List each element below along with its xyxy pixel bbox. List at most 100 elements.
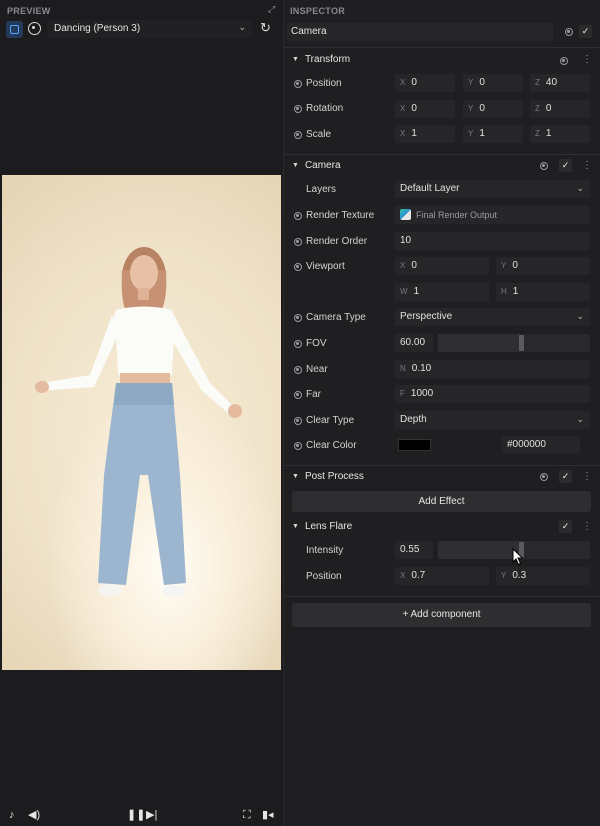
collapse-triangle-icon: ▼ (292, 523, 299, 530)
rotation-label: Rotation (306, 103, 344, 114)
pause-icon[interactable]: ❚❚ (127, 806, 145, 824)
render-texture-label: Render Texture (306, 210, 375, 221)
camera-type-select[interactable]: Perspective ⌄ (395, 308, 590, 326)
clear-type-select[interactable]: Depth ⌄ (395, 411, 590, 429)
transform-menu-icon[interactable]: ⋮ (582, 55, 592, 65)
post-process-section-header[interactable]: ▼ Post Process (292, 471, 364, 482)
position-y-field[interactable]: Y0 (463, 74, 523, 92)
scale-z-field[interactable]: Z1 (530, 125, 590, 143)
camera-icon[interactable] (6, 21, 23, 38)
chevron-down-icon: ⌄ (576, 311, 584, 321)
clear-color-radio-icon[interactable] (294, 442, 302, 450)
inspector-panel: INSPECTOR Camera ✓ ▼ Transform ⋮ Position… (283, 0, 600, 826)
intensity-slider-fill (438, 541, 522, 559)
viewport-x-field[interactable]: X0 (395, 257, 489, 275)
rotation-x-field[interactable]: X0 (395, 100, 455, 118)
collapse-triangle-icon: ▼ (292, 473, 299, 480)
scale-y-field[interactable]: Y1 (463, 125, 523, 143)
camera-menu-icon[interactable]: ⋮ (582, 161, 592, 171)
add-component-button[interactable]: + Add component (292, 603, 591, 627)
rotation-radio-icon[interactable] (294, 105, 302, 113)
mouse-cursor-icon (512, 548, 524, 566)
clear-color-swatch[interactable] (398, 439, 431, 451)
fov-field[interactable]: 60.00 (395, 334, 433, 352)
far-label: Far (306, 389, 321, 400)
preview-panel: PREVIEW ⤢ Dancing (Person 3) ⌄ ↻ ♪ ◀) ❚❚… (0, 0, 283, 826)
object-enabled-checkbox[interactable]: ✓ (579, 25, 592, 38)
position-label: Position (306, 78, 342, 89)
volume-icon[interactable]: ◀) (28, 806, 40, 824)
lens-position-y-field[interactable]: Y 0.3 (496, 567, 590, 585)
render-order-radio-icon[interactable] (294, 238, 302, 246)
enable-radio-icon[interactable] (565, 28, 573, 36)
preview-controls: ♪ ◀) ❚❚ ▶| ⛶ ▮◂ (0, 806, 283, 824)
rotation-z-field[interactable]: Z0 (530, 100, 590, 118)
viewport-y-field[interactable]: Y0 (496, 257, 590, 275)
camera-type-radio-icon[interactable] (294, 314, 302, 322)
viewport-radio-icon[interactable] (294, 263, 302, 271)
lens-flare-menu-icon[interactable]: ⋮ (582, 522, 592, 532)
fov-radio-icon[interactable] (294, 340, 302, 348)
post-process-radio-icon[interactable] (540, 473, 548, 481)
fov-slider[interactable] (438, 334, 590, 352)
divider (284, 154, 600, 155)
rotation-y-field[interactable]: Y0 (463, 100, 523, 118)
near-radio-icon[interactable] (294, 366, 302, 374)
divider (284, 47, 600, 48)
chevron-down-icon: ⌄ (576, 183, 584, 193)
position-radio-icon[interactable] (294, 80, 302, 88)
lens-position-label: Position (306, 571, 342, 582)
render-order-field[interactable]: 10 (395, 232, 590, 250)
clear-type-radio-icon[interactable] (294, 417, 302, 425)
fov-label: FOV (306, 338, 327, 349)
object-name-field[interactable]: Camera (287, 23, 553, 41)
camera-section-header[interactable]: ▼ Camera (292, 160, 341, 171)
lens-flare-section-header[interactable]: ▼ Lens Flare (292, 521, 352, 532)
tiktok-icon[interactable]: ♪ (9, 806, 15, 824)
viewport-h-field[interactable]: H1 (496, 283, 590, 301)
fov-slider-knob[interactable] (519, 335, 524, 351)
scale-radio-icon[interactable] (294, 131, 302, 139)
screenshot-icon[interactable]: ⛶ (243, 806, 251, 824)
collapse-triangle-icon: ▼ (292, 56, 299, 63)
record-icon[interactable]: ▮◂ (262, 806, 274, 824)
add-effect-button[interactable]: Add Effect (292, 491, 591, 512)
clear-color-hex-field[interactable]: #000000 (502, 436, 580, 454)
texture-icon (400, 209, 411, 220)
position-z-field[interactable]: Z 40 (530, 74, 590, 92)
scene-select-value: Dancing (Person 3) (54, 23, 141, 34)
post-process-menu-icon[interactable]: ⋮ (582, 472, 592, 482)
camera-enabled-checkbox[interactable]: ✓ (559, 159, 572, 172)
scale-x-field[interactable]: X1 (395, 125, 455, 143)
post-process-enabled-checkbox[interactable]: ✓ (559, 470, 572, 483)
clear-type-label: Clear Type (306, 415, 355, 426)
far-radio-icon[interactable] (294, 391, 302, 399)
intensity-field[interactable]: 0.55 (395, 541, 433, 559)
near-field[interactable]: N 0.10 (395, 360, 590, 378)
transform-section-header[interactable]: ▼ Transform (292, 54, 350, 65)
viewport-w-field[interactable]: W1 (395, 283, 489, 301)
render-order-label: Render Order (306, 236, 368, 247)
render-texture-radio-icon[interactable] (294, 212, 302, 220)
chevron-down-icon: ⌄ (238, 22, 246, 32)
refresh-icon[interactable]: ↻ (260, 21, 274, 35)
camera-radio-icon[interactable] (540, 162, 548, 170)
collapse-triangle-icon: ▼ (292, 162, 299, 169)
dancer-figure (35, 247, 242, 597)
far-field[interactable]: F 1000 (395, 385, 590, 403)
scene-select[interactable]: Dancing (Person 3) ⌄ (47, 20, 252, 38)
near-label: Near (306, 364, 328, 375)
preview-toolbar: Dancing (Person 3) ⌄ ↻ (0, 18, 283, 40)
webcam-icon[interactable] (28, 22, 41, 35)
lens-position-x-field[interactable]: X 0.7 (395, 567, 489, 585)
transform-radio-icon[interactable] (560, 57, 568, 65)
layers-select[interactable]: Default Layer ⌄ (395, 180, 590, 198)
position-x-field[interactable]: X0 (395, 74, 455, 92)
camera-type-label: Camera Type (306, 312, 366, 323)
lens-flare-enabled-checkbox[interactable]: ✓ (559, 520, 572, 533)
expand-icon[interactable]: ⤢ (268, 5, 277, 14)
viewport-label: Viewport (306, 261, 345, 272)
preview-viewport[interactable] (2, 175, 281, 670)
step-forward-icon[interactable]: ▶| (146, 806, 157, 824)
render-texture-field[interactable]: Final Render Output (395, 206, 590, 224)
